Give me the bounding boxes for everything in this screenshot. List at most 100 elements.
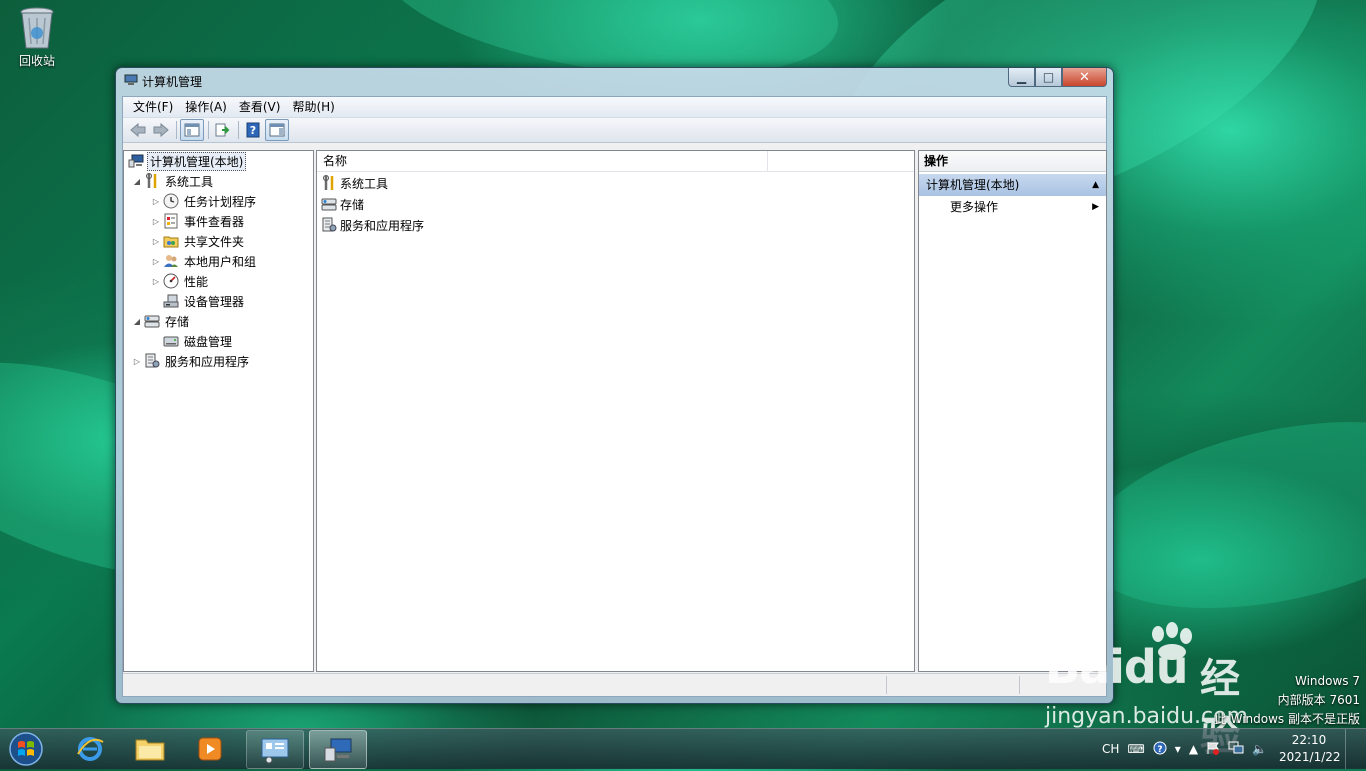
actions-section-label: 计算机管理(本地) <box>926 178 1020 192</box>
close-button[interactable]: ✕ <box>1062 68 1107 87</box>
internet-explorer-icon <box>77 736 104 761</box>
taskbar-computer-management[interactable] <box>309 730 367 769</box>
list-item-label: 系统工具 <box>340 176 389 191</box>
more-actions-label: 更多操作 <box>950 200 999 214</box>
minimize-button[interactable]: ▁ <box>1008 68 1035 87</box>
collapse-arrow-icon[interactable]: ◢ <box>132 177 142 186</box>
toolbar: ? <box>123 118 1106 143</box>
submenu-arrow-icon: ▶ <box>1092 202 1099 212</box>
list-item[interactable]: 存储 <box>321 194 364 214</box>
maximize-button[interactable]: □ <box>1035 68 1062 87</box>
taskbar-control-panel[interactable] <box>246 730 304 769</box>
more-actions-item[interactable]: 更多操作 ▶ <box>919 196 1106 218</box>
menu-view[interactable]: 查看(V) <box>233 97 287 117</box>
tree-item-device-manager[interactable]: 设备管理器 <box>161 292 246 310</box>
list-item[interactable]: 系统工具 <box>321 173 388 193</box>
recycle-bin-icon <box>19 6 55 50</box>
toolbar-separator <box>176 121 177 139</box>
client-area: 文件(F) 操作(A) 查看(V) 帮助(H) ? 计算机管理(本地) ◢ 系统… <box>122 96 1107 697</box>
watermark-brand: Baidu <box>1045 640 1189 694</box>
forward-button[interactable] <box>150 120 172 140</box>
help-tray-icon[interactable]: ? <box>1153 741 1167 758</box>
clock[interactable]: 22:10 2021/1/22 <box>1279 732 1341 766</box>
keyboard-icon[interactable]: ⌨ <box>1127 742 1144 756</box>
language-indicator[interactable]: CH <box>1102 742 1119 756</box>
device-manager-icon <box>163 293 179 309</box>
tree-item-root[interactable]: 计算机管理(本地) <box>126 151 247 171</box>
collapse-arrow-icon[interactable]: ◢ <box>132 317 142 326</box>
taskbar-ie[interactable] <box>62 730 118 767</box>
shared-folder-icon <box>163 233 179 249</box>
windows-info: Windows 7 内部版本 7601 此 Windows 副本不是正版 <box>1215 672 1360 729</box>
network-icon[interactable] <box>1228 741 1244 758</box>
volume-icon[interactable]: 🔈 <box>1252 742 1267 756</box>
expand-arrow-icon[interactable]: ▷ <box>151 197 161 206</box>
taskbar: CH ⌨ ? ▾ ▲ 🔈 22:10 2021/1/22 <box>0 728 1366 769</box>
tree-item-storage[interactable]: ◢ 存储 <box>132 312 191 330</box>
close-icon: ✕ <box>1079 69 1090 85</box>
content-list: 名称 系统工具 存储 服务和应用程序 <box>316 150 915 672</box>
menu-action[interactable]: 操作(A) <box>179 97 233 117</box>
column-header-empty[interactable] <box>768 151 914 171</box>
action-center-icon[interactable] <box>1206 741 1220 758</box>
recycle-bin[interactable]: 回收站 <box>10 6 64 69</box>
performance-icon <box>163 273 179 289</box>
services-icon <box>321 217 337 233</box>
show-desktop-button[interactable] <box>1345 729 1360 769</box>
start-button[interactable] <box>6 730 46 768</box>
tree-item-local-users[interactable]: ▷ 本地用户和组 <box>151 252 258 270</box>
list-item[interactable]: 服务和应用程序 <box>321 215 424 235</box>
expand-arrow-icon[interactable]: ▷ <box>151 237 161 246</box>
tree-item-performance[interactable]: ▷ 性能 <box>151 272 210 290</box>
tree-item-services-apps[interactable]: ▷ 服务和应用程序 <box>132 352 251 370</box>
users-icon <box>163 253 179 269</box>
taskbar-media-player[interactable] <box>182 730 238 767</box>
toolbar-separator <box>238 121 239 139</box>
actions-header: 操作 <box>919 151 1106 172</box>
back-button[interactable] <box>127 120 149 140</box>
minimize-icon: ▁ <box>1016 70 1027 84</box>
help-button[interactable]: ? <box>242 120 264 140</box>
actions-section-computer-management[interactable]: 计算机管理(本地) ▲ <box>919 174 1106 196</box>
clock-icon <box>163 193 179 209</box>
export-button[interactable] <box>212 120 234 140</box>
collapse-up-icon[interactable]: ▲ <box>1092 174 1099 196</box>
show-action-pane-button[interactable] <box>265 119 289 141</box>
pane-container: 计算机管理(本地) ◢ 系统工具 ▷ 任务计划程序 ▷ 事件查看器 ▷ 共享文件… <box>123 145 1107 672</box>
windows-info-line1: Windows 7 <box>1294 674 1360 688</box>
status-bar-divider <box>1019 676 1020 694</box>
taskbar-explorer[interactable] <box>122 730 178 767</box>
computer-management-app-icon <box>124 74 138 86</box>
help-icon: ? <box>246 122 260 138</box>
list-item-label: 服务和应用程序 <box>340 218 425 233</box>
show-hidden-icons-icon[interactable]: ▲ <box>1189 742 1198 756</box>
menu-help[interactable]: 帮助(H) <box>286 97 340 117</box>
tree-item-shared-folders[interactable]: ▷ 共享文件夹 <box>151 232 246 250</box>
title-bar[interactable]: 计算机管理 ▁ □ ✕ <box>116 68 1113 92</box>
expand-arrow-icon[interactable]: ▷ <box>151 277 161 286</box>
tools-icon <box>321 175 337 191</box>
computer-management-window: 计算机管理 ▁ □ ✕ 文件(F) 操作(A) 查看(V) 帮助(H) ? 计算… <box>115 67 1114 704</box>
tree-item-disk-management[interactable]: 磁盘管理 <box>161 332 234 350</box>
ime-options-icon[interactable]: ▾ <box>1175 742 1181 756</box>
expand-arrow-icon[interactable]: ▷ <box>151 217 161 226</box>
tree-item-system-tools[interactable]: ◢ 系统工具 <box>132 172 215 190</box>
menu-file[interactable]: 文件(F) <box>127 97 179 117</box>
column-header-name[interactable]: 名称 <box>317 151 768 171</box>
expand-arrow-icon[interactable]: ▷ <box>132 357 142 366</box>
list-header: 名称 <box>317 151 914 172</box>
expand-arrow-icon[interactable]: ▷ <box>151 257 161 266</box>
actions-pane: 操作 计算机管理(本地) ▲ 更多操作 ▶ <box>918 150 1107 672</box>
list-item-label: 存储 <box>340 197 365 212</box>
show-action-pane-icon <box>269 123 285 137</box>
media-player-icon <box>198 737 222 760</box>
maximize-icon: □ <box>1042 70 1055 84</box>
recycle-bin-label: 回收站 <box>18 54 55 68</box>
export-icon <box>215 123 230 137</box>
system-tray: CH ⌨ ? ▾ ▲ 🔈 22:10 2021/1/22 <box>1098 729 1360 769</box>
clock-time: 22:10 <box>1291 733 1327 747</box>
navigation-tree: 计算机管理(本地) ◢ 系统工具 ▷ 任务计划程序 ▷ 事件查看器 ▷ 共享文件… <box>123 150 314 672</box>
tree-item-event-viewer[interactable]: ▷ 事件查看器 <box>151 212 246 230</box>
show-tree-button[interactable] <box>180 119 204 141</box>
tree-item-task-scheduler[interactable]: ▷ 任务计划程序 <box>151 192 258 210</box>
